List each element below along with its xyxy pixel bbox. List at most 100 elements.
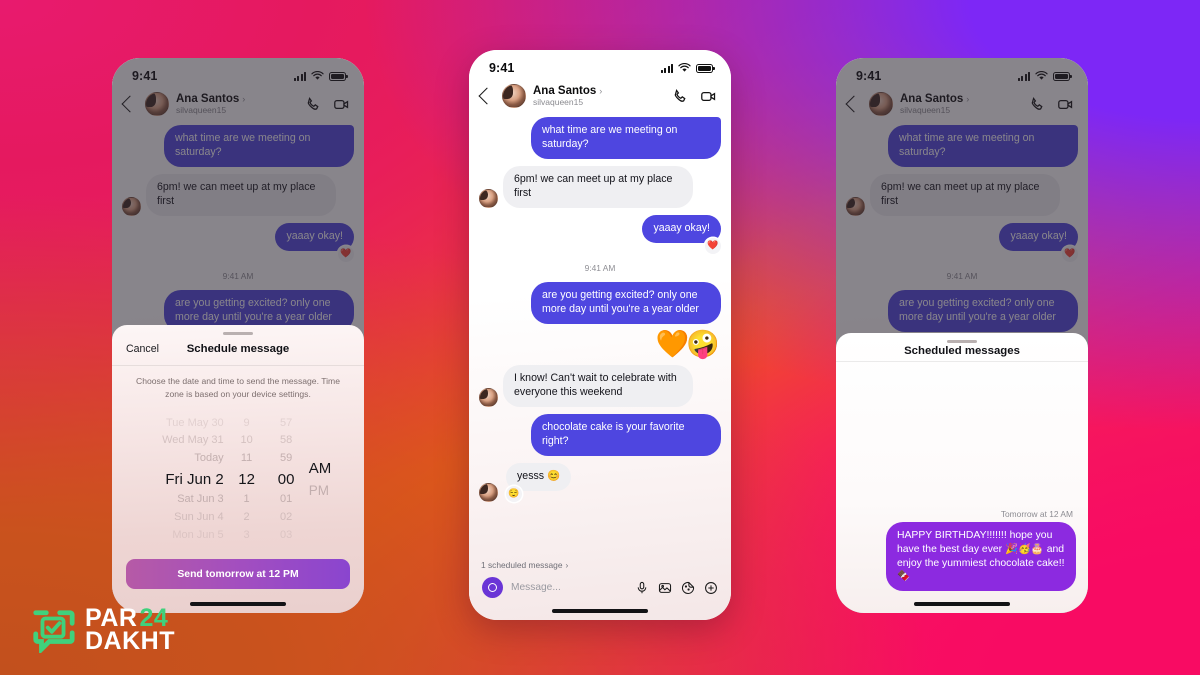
message-bubble-received[interactable]: 6pm! we can meet up at my place first (870, 173, 1060, 216)
video-camera-icon[interactable] (700, 88, 717, 105)
avatar[interactable] (502, 84, 526, 108)
chat-header-names[interactable]: Ana Santos › silvaqueen15 (176, 93, 298, 115)
picker-option[interactable]: Today (194, 450, 223, 468)
picker-option[interactable]: 11 (241, 450, 252, 468)
avatar[interactable] (145, 92, 169, 116)
message-bubble-sent[interactable]: are you getting excited? only one more d… (888, 289, 1078, 332)
sticker-message[interactable]: 🧡🤪 (479, 330, 721, 358)
send-scheduled-button[interactable]: Send tomorrow at 12 PM (126, 559, 350, 589)
video-camera-icon[interactable] (333, 96, 350, 113)
picker-option[interactable]: 3 (244, 526, 250, 544)
picker-option[interactable]: Mon Jun 5 (172, 526, 223, 544)
plus-circle-icon[interactable] (704, 581, 718, 595)
video-camera-icon[interactable] (1057, 96, 1074, 113)
cancel-button[interactable]: Cancel (126, 343, 159, 355)
picker-option[interactable]: Tue May 30 (166, 414, 224, 432)
minute-picker-column[interactable]: 57 58 59 00 01 02 03 (266, 414, 307, 544)
heart-reaction-icon[interactable]: ❤️ (705, 237, 721, 254)
message-row: 6pm! we can meet up at my place first (122, 173, 354, 216)
picker-option[interactable]: 02 (280, 508, 292, 526)
picker-option[interactable]: 01 (280, 491, 292, 509)
picker-option-selected[interactable]: Fri Jun 2 (165, 468, 223, 491)
picker-option[interactable]: 58 (280, 432, 292, 450)
picker-option[interactable]: Sat Jun 3 (177, 491, 223, 509)
scheduled-messages-strip[interactable]: 1 scheduled message › (469, 557, 731, 572)
wifi-icon (1035, 71, 1048, 80)
cellular-signal-icon (1017, 71, 1030, 81)
meridiem-picker-column[interactable]: AM PM (307, 457, 348, 500)
battery-icon (696, 63, 715, 73)
picker-option[interactable]: 57 (280, 414, 292, 432)
phone-call-icon[interactable] (672, 88, 689, 105)
status-bar-time: 9:41 (856, 69, 882, 83)
message-input[interactable]: Message... (511, 582, 627, 593)
microphone-icon[interactable] (635, 581, 649, 595)
message-row: yaaay okay! ❤️ (122, 222, 354, 262)
avatar[interactable] (869, 92, 893, 116)
message-row: chocolate cake is your favorite right? (479, 413, 721, 456)
message-row: are you getting excited? only one more d… (846, 289, 1078, 332)
phone-call-icon[interactable] (1029, 96, 1046, 113)
picker-option[interactable]: 9 (244, 414, 250, 432)
back-chevron-icon[interactable] (121, 95, 139, 113)
heart-reaction-icon[interactable]: ❤️ (338, 245, 354, 262)
camera-icon[interactable] (482, 577, 503, 598)
status-bar-time: 9:41 (489, 61, 515, 75)
home-indicator (836, 595, 1088, 613)
message-bubble-received[interactable]: 6pm! we can meet up at my place first (503, 165, 693, 208)
message-bubble-received[interactable]: 6pm! we can meet up at my place first (146, 173, 336, 216)
scheduled-messages-count: 1 scheduled message (481, 560, 563, 570)
chevron-right-icon: › (966, 94, 970, 105)
picker-option[interactable]: 2 (244, 508, 250, 526)
home-indicator (469, 602, 731, 620)
status-bar: 9:41 (836, 58, 1088, 88)
picker-option[interactable]: 03 (280, 526, 292, 544)
message-timestamp: 9:41 AM (946, 270, 978, 281)
brand-logo: PAR 24 DAKHT (30, 606, 175, 655)
back-chevron-icon[interactable] (478, 87, 496, 105)
datetime-picker[interactable]: Tue May 30 Wed May 31 Today Fri Jun 2 Sa… (112, 405, 364, 551)
phone-center-conversation: 9:41 Ana Santos › silvaqueen15 what time… (469, 50, 731, 620)
avatar (122, 196, 141, 216)
picker-option-selected[interactable]: 00 (278, 468, 295, 491)
emoji-reaction-icon[interactable]: 😌 (506, 485, 522, 502)
sheet-topbar: Scheduled messages (836, 343, 1088, 361)
picker-option[interactable]: PM (309, 480, 329, 500)
picker-option[interactable]: 10 (240, 432, 252, 450)
status-bar-icons (1017, 71, 1072, 81)
message-bubble-sent[interactable]: are you getting excited? only one more d… (531, 281, 721, 324)
phone-call-icon[interactable] (305, 96, 322, 113)
chat-header-names[interactable]: Ana Santos › silvaqueen15 (533, 85, 665, 107)
message-row: 6pm! we can meet up at my place first (846, 173, 1078, 216)
hour-picker-column[interactable]: 9 10 11 12 1 2 3 (228, 414, 266, 544)
message-bubble-sent[interactable]: chocolate cake is your favorite right? (531, 413, 721, 456)
scheduled-message-bubble[interactable]: HAPPY BIRTHDAY!!!!!!! hope you have the … (886, 522, 1076, 591)
brand-logo-text: PAR 24 DAKHT (85, 606, 175, 654)
chat-bubble-check-icon (30, 607, 76, 655)
back-chevron-icon[interactable] (845, 95, 863, 113)
avatar (479, 482, 498, 502)
contact-username: silvaqueen15 (533, 96, 584, 107)
message-timestamp: 9:41 AM (584, 262, 616, 273)
message-bubble-sent[interactable]: what time are we meeting on saturday? (888, 125, 1078, 167)
heart-reaction-icon[interactable]: ❤️ (1062, 245, 1078, 262)
picker-option-selected[interactable]: AM (309, 457, 332, 480)
battery-icon (1053, 71, 1072, 81)
picker-option[interactable]: 59 (280, 450, 292, 468)
message-bubble-sent[interactable]: what time are we meeting on saturday? (164, 125, 354, 167)
picker-option-selected[interactable]: 12 (238, 468, 255, 491)
date-picker-column[interactable]: Tue May 30 Wed May 31 Today Fri Jun 2 Sa… (128, 414, 228, 544)
avatar (479, 188, 498, 208)
message-bubble-received[interactable]: I know! Can't wait to celebrate with eve… (503, 364, 693, 407)
message-bubble-sent[interactable]: what time are we meeting on saturday? (531, 117, 721, 159)
chevron-right-icon: › (242, 94, 246, 105)
picker-option[interactable]: 1 (244, 491, 250, 509)
chevron-right-icon: › (599, 86, 603, 97)
scheduled-messages-sheet: Scheduled messages Tomorrow at 12 AM HAP… (836, 333, 1088, 613)
contact-username: silvaqueen15 (176, 104, 227, 115)
picker-option[interactable]: Wed May 31 (162, 432, 224, 450)
image-gallery-icon[interactable] (658, 581, 672, 595)
sticker-icon[interactable] (681, 581, 695, 595)
picker-option[interactable]: Sun Jun 4 (174, 508, 224, 526)
chat-header-names[interactable]: Ana Santos › silvaqueen15 (900, 93, 1022, 115)
